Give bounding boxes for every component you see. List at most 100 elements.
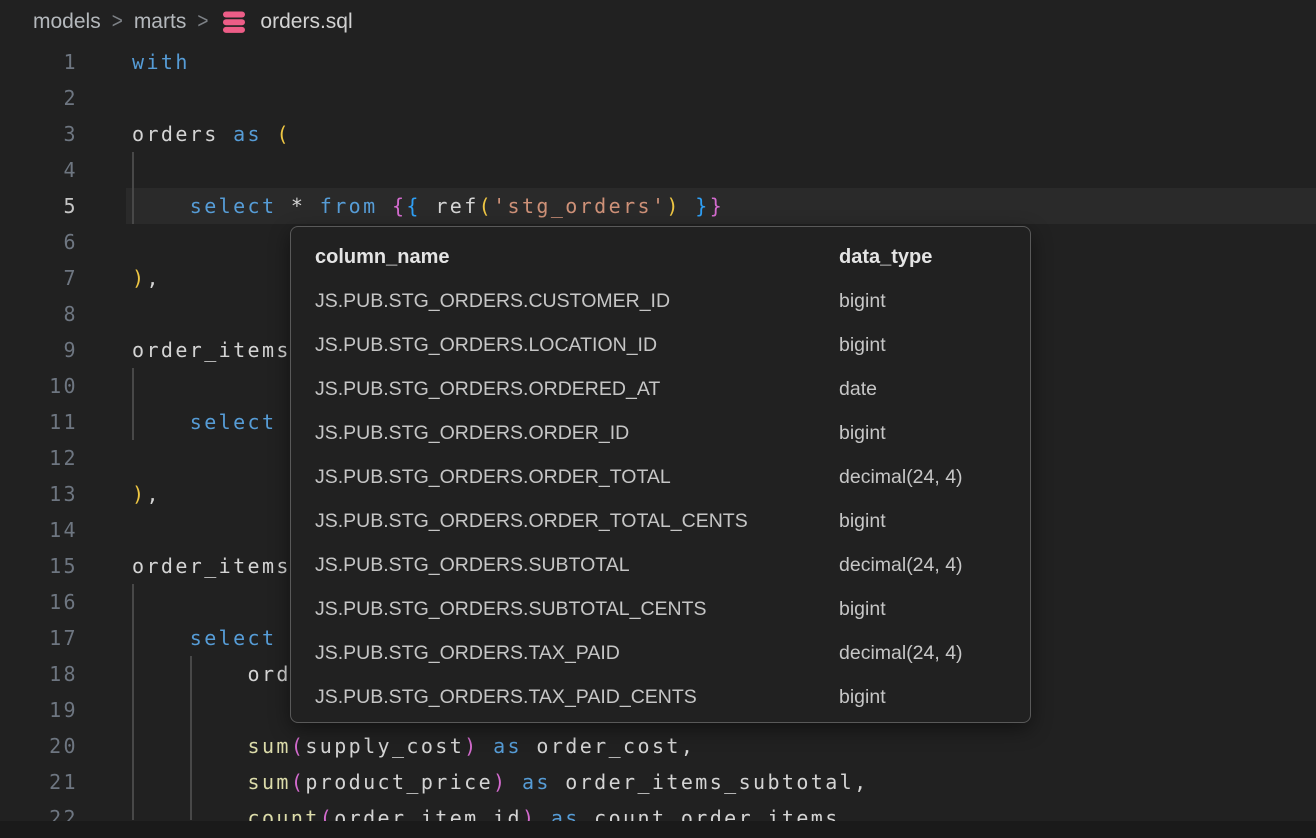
code-token: ref [421, 194, 479, 218]
line-number[interactable]: 11 [0, 404, 78, 440]
code-token: 'stg_orders' [493, 194, 666, 218]
line-number[interactable]: 20 [0, 728, 78, 764]
table-row: JS.PUB.STG_ORDERS.SUBTOTALdecimal(24, 4) [315, 543, 1030, 587]
column-name-header: column_name [315, 246, 839, 269]
data-type-cell: decimal(24, 4) [839, 642, 963, 665]
line-number[interactable]: 12 [0, 440, 78, 476]
line-number[interactable]: 6 [0, 224, 78, 260]
code-token: ord [132, 662, 291, 686]
table-row: JS.PUB.STG_ORDERS.TAX_PAID_CENTSbigint [315, 675, 1030, 719]
code-token: order_items [132, 338, 291, 362]
line-number[interactable]: 8 [0, 296, 78, 332]
line-number[interactable]: 15 [0, 548, 78, 584]
code-token: order_cost, [522, 734, 695, 758]
code-line[interactable] [132, 80, 869, 116]
code-token: orders [132, 122, 233, 146]
line-number[interactable]: 1 [0, 44, 78, 80]
code-token: as [522, 770, 551, 794]
code-token: ) [132, 266, 146, 290]
data-type-cell: bigint [839, 290, 886, 313]
code-editor-window: models > marts > orders.sql 123456789101… [0, 0, 1316, 838]
line-number[interactable]: 21 [0, 764, 78, 800]
table-row: JS.PUB.STG_ORDERS.LOCATION_IDbigint [315, 323, 1030, 367]
code-line[interactable]: select * from {{ ref('stg_orders') }} [132, 188, 869, 224]
column-info-hover-popup: column_name data_type JS.PUB.STG_ORDERS.… [290, 226, 1031, 723]
column-name-cell: JS.PUB.STG_ORDERS.LOCATION_ID [315, 334, 839, 357]
line-number[interactable]: 13 [0, 476, 78, 512]
line-number[interactable]: 3 [0, 116, 78, 152]
chevron-right-icon: > [112, 9, 123, 34]
code-token: as [233, 122, 262, 146]
column-name-cell: JS.PUB.STG_ORDERS.ORDERED_AT [315, 378, 839, 401]
table-row: JS.PUB.STG_ORDERS.CUSTOMER_IDbigint [315, 279, 1030, 323]
data-type-cell: date [839, 378, 877, 401]
code-token [508, 770, 522, 794]
code-token: ( [291, 770, 305, 794]
data-type-cell: decimal(24, 4) [839, 554, 963, 577]
data-type-cell: bigint [839, 334, 886, 357]
line-number[interactable]: 4 [0, 152, 78, 188]
column-name-cell: JS.PUB.STG_ORDERS.TAX_PAID [315, 642, 839, 665]
data-type-cell: decimal(24, 4) [839, 466, 963, 489]
code-token: * [276, 194, 319, 218]
column-name-cell: JS.PUB.STG_ORDERS.ORDER_TOTAL_CENTS [315, 510, 839, 533]
column-name-cell: JS.PUB.STG_ORDERS.CUSTOMER_ID [315, 290, 839, 313]
code-token: ) [132, 482, 146, 506]
column-name-cell: JS.PUB.STG_ORDERS.SUBTOTAL [315, 554, 839, 577]
line-number[interactable]: 14 [0, 512, 78, 548]
indent-guide [132, 368, 134, 440]
code-token: as [493, 734, 522, 758]
code-line[interactable]: sum(product_price) as order_items_subtot… [132, 764, 869, 800]
line-number-gutter: 12345678910111213141516171819202122 [0, 44, 78, 836]
code-token: , [146, 482, 160, 506]
editor-bottom-edge [0, 821, 1316, 838]
code-line[interactable] [132, 152, 869, 188]
breadcrumb-file-name[interactable]: orders.sql [260, 10, 352, 34]
line-number[interactable]: 18 [0, 656, 78, 692]
code-line[interactable]: orders as ( [132, 116, 869, 152]
breadcrumb-item-marts[interactable]: marts [134, 10, 187, 34]
table-row: JS.PUB.STG_ORDERS.ORDER_IDbigint [315, 411, 1030, 455]
line-number[interactable]: 7 [0, 260, 78, 296]
breadcrumb-item-models[interactable]: models [33, 10, 101, 34]
code-token [132, 626, 190, 650]
breadcrumb: models > marts > orders.sql [0, 0, 1316, 44]
line-number[interactable]: 17 [0, 620, 78, 656]
column-name-cell: JS.PUB.STG_ORDERS.ORDER_TOTAL [315, 466, 839, 489]
data-type-header: data_type [839, 246, 932, 269]
code-token: select [190, 194, 277, 218]
line-number[interactable]: 10 [0, 368, 78, 404]
code-token: ) [493, 770, 507, 794]
indent-guide [190, 656, 192, 820]
code-token: ) [464, 734, 478, 758]
code-token: order_items_subtotal, [551, 770, 869, 794]
popup-header-row: column_name data_type [315, 235, 1030, 279]
chevron-right-icon: > [197, 9, 208, 34]
indent-guide [132, 584, 134, 820]
code-token: ( [479, 194, 493, 218]
code-token: ( [291, 734, 305, 758]
code-line[interactable]: sum(supply_cost) as order_cost, [132, 728, 869, 764]
code-token: order_items [132, 554, 291, 578]
code-token: } [710, 194, 724, 218]
line-number[interactable]: 9 [0, 332, 78, 368]
code-token: select [190, 626, 277, 650]
code-token: select [190, 410, 277, 434]
table-row: JS.PUB.STG_ORDERS.TAX_PAIDdecimal(24, 4) [315, 631, 1030, 675]
code-line[interactable]: with [132, 44, 869, 80]
column-name-cell: JS.PUB.STG_ORDERS.TAX_PAID_CENTS [315, 686, 839, 709]
database-icon [220, 9, 248, 35]
code-token [132, 410, 190, 434]
data-type-cell: bigint [839, 510, 886, 533]
code-token [132, 194, 190, 218]
code-token: with [132, 50, 190, 74]
code-token: ) [666, 194, 680, 218]
line-number[interactable]: 16 [0, 584, 78, 620]
data-type-cell: bigint [839, 686, 886, 709]
line-number[interactable]: 2 [0, 80, 78, 116]
line-number[interactable]: 19 [0, 692, 78, 728]
line-number[interactable]: 5 [0, 188, 78, 224]
indent-guide [132, 152, 134, 224]
column-name-cell: JS.PUB.STG_ORDERS.ORDER_ID [315, 422, 839, 445]
code-token [378, 194, 392, 218]
